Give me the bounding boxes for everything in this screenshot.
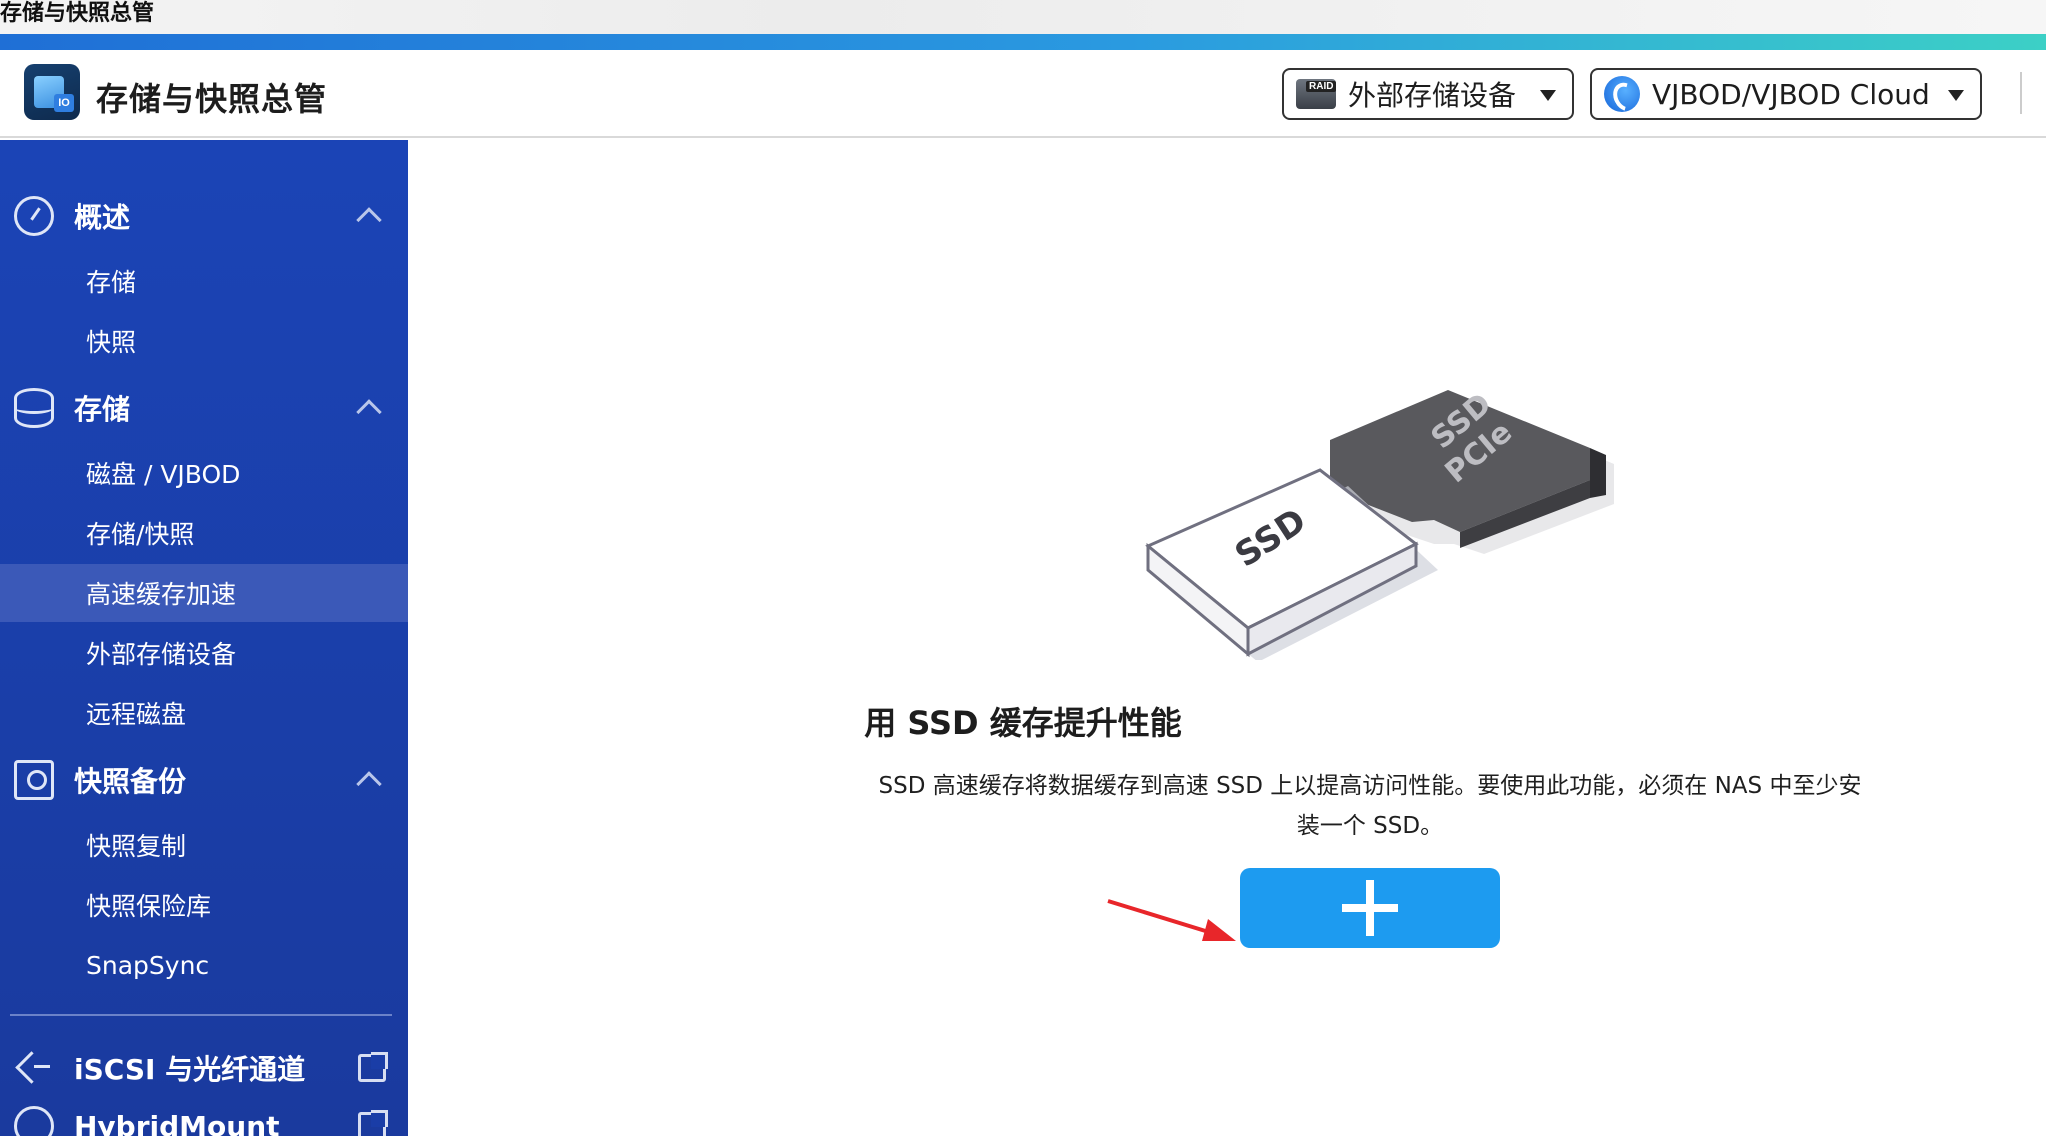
sidebar-item-external-storage[interactable]: 外部存储设备: [0, 624, 408, 682]
raid-drive-icon: RAID: [1296, 79, 1337, 109]
page-description: SSD 高速缓存将数据缓存到高速 SSD 上以提高访问性能。要使用此功能，必须在…: [878, 773, 1862, 839]
database-icon: [14, 388, 54, 428]
sidebar-item-snapshot-vault[interactable]: 快照保险库: [0, 876, 408, 934]
app-title: 存储与快照总管: [96, 80, 328, 118]
window-title: 存储与快照总管: [0, 1, 155, 26]
sidebar: 概述 存储 快照 存储 磁盘 / VJBOD 存储/快照 高速缓存加速 外部存储…: [0, 140, 408, 1136]
add-cache-button[interactable]: [1240, 868, 1500, 948]
sidebar-item-cache-acceleration[interactable]: 高速缓存加速: [0, 564, 408, 622]
sidebar-item-disks-vjbod[interactable]: 磁盘 / VJBOD: [0, 444, 408, 502]
sidebar-section-label: iSCSI 与光纤通道: [74, 1053, 306, 1086]
caret-down-icon: [1948, 90, 1964, 101]
window-titlebar: 存储与快照总管: [0, 0, 2046, 34]
sidebar-divider: [10, 1014, 392, 1016]
app-header: IO 存储与快照总管 RAID 外部存储设备 VJBOD/VJBOD Cloud: [0, 50, 2046, 138]
vjbod-label: VJBOD/VJBOD Cloud: [1652, 77, 1930, 111]
app-logo-icon: IO: [24, 64, 80, 120]
sidebar-item-hybridmount[interactable]: HybridMount: [0, 1096, 408, 1136]
pointer-arrow-icon: [1107, 899, 1236, 941]
header-divider: [2020, 72, 2022, 114]
sidebar-section-overview[interactable]: 概述: [0, 186, 408, 246]
hybridmount-icon: [14, 1106, 54, 1136]
accent-bar: [0, 34, 2046, 50]
dashboard-icon: [14, 196, 54, 236]
sidebar-item-storage-overview[interactable]: 存储: [0, 252, 408, 310]
chevron-up-icon[interactable]: [356, 399, 382, 425]
snapshot-camera-icon: [14, 760, 54, 800]
sidebar-section-label: 快照备份: [74, 765, 187, 798]
external-link-icon: [358, 1110, 388, 1136]
sidebar-section-snapshot-backup[interactable]: 快照备份: [0, 750, 408, 810]
chevron-up-icon[interactable]: [356, 771, 382, 797]
sidebar-section-label: 概述: [74, 201, 131, 234]
ssd-illustration: SSD PCIe SSD: [1145, 386, 1614, 660]
sidebar-section-label: HybridMount: [74, 1109, 280, 1136]
sidebar-section-label: 存储: [74, 393, 131, 426]
sidebar-item-iscsi[interactable]: iSCSI 与光纤通道: [0, 1038, 408, 1098]
sidebar-section-storage[interactable]: 存储: [0, 378, 408, 438]
page-heading: 用 SSD 缓存提升性能: [864, 704, 1182, 742]
sidebar-item-snapshot-replica[interactable]: 快照复制: [0, 816, 408, 874]
external-storage-dropdown[interactable]: RAID 外部存储设备: [1282, 68, 1574, 120]
external-storage-label: 外部存储设备: [1348, 79, 1517, 112]
vjbod-dropdown[interactable]: VJBOD/VJBOD Cloud: [1590, 68, 1982, 120]
chevron-up-icon[interactable]: [356, 207, 382, 233]
sidebar-item-snapshot-overview[interactable]: 快照: [0, 312, 408, 370]
iscsi-icon: [14, 1048, 54, 1088]
vjbod-cloud-icon: [1604, 76, 1640, 112]
caret-down-icon: [1540, 90, 1556, 101]
external-link-icon: [358, 1052, 388, 1082]
sidebar-item-storage-snapshots[interactable]: 存储/快照: [0, 504, 408, 562]
sidebar-item-snapsync[interactable]: SnapSync: [0, 936, 408, 994]
